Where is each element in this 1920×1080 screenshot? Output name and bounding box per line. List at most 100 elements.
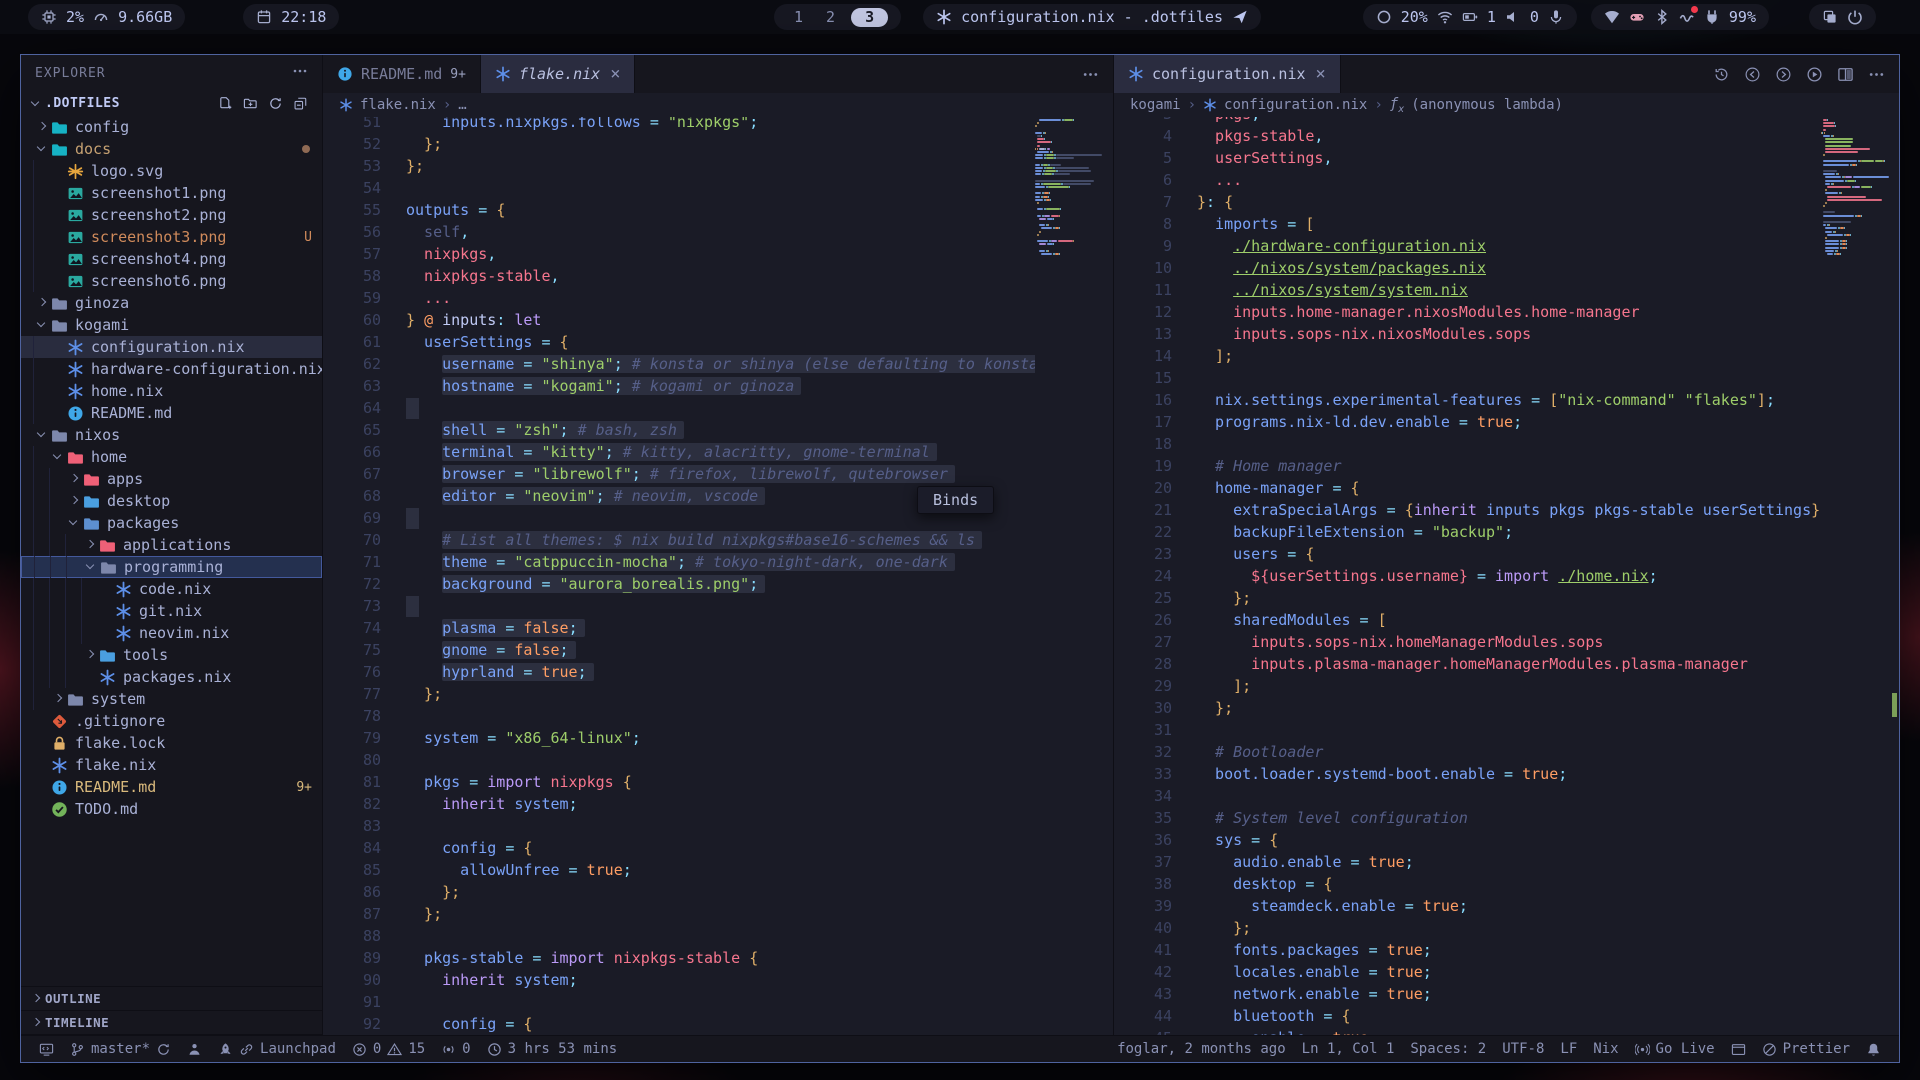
status-problems[interactable]: 015 [344,1036,433,1062]
code-line[interactable]: 71 theme = "catppuccin-mocha"; # tokyo-n… [323,551,1113,573]
code-line[interactable]: 20 home-manager = { [1114,477,1899,499]
tree-item-tools[interactable]: tools [21,644,322,666]
tree-item-applications[interactable]: applications [21,534,322,556]
minimap[interactable] [1035,117,1103,1035]
workspaces-widget[interactable]: 123 [774,4,901,30]
breadcrumb[interactable]: flake.nix›… [323,93,1113,117]
tree-item-programming[interactable]: programming [21,556,322,578]
code-line[interactable]: 57 nixpkgs, [323,243,1113,265]
workspace-root-row[interactable]: .DOTFILES [21,91,322,116]
code-line[interactable]: 25 }; [1114,587,1899,609]
code-line[interactable]: 31 [1114,719,1899,741]
code-line[interactable]: 14 ]; [1114,345,1899,367]
code-line[interactable]: 40 }; [1114,917,1899,939]
workspace-1[interactable]: 1 [787,8,810,26]
code-line[interactable]: 76 hyprland = true; [323,661,1113,683]
code-line[interactable]: 9 ./hardware-configuration.nix [1114,235,1899,257]
code-line[interactable]: 10 ../nixos/system/packages.nix [1114,257,1899,279]
code-line[interactable]: 81 pkgs = import nixpkgs { [323,771,1113,793]
tree-item-packages.nix[interactable]: packages.nix [21,666,322,688]
tree-item-docs[interactable]: docs [21,138,322,160]
code-line[interactable]: 77 }; [323,683,1113,705]
status-cursor-position[interactable]: Ln 1, Col 1 [1294,1036,1403,1062]
code-line[interactable]: 42 locales.enable = true; [1114,961,1899,983]
status-notifications[interactable] [1858,1036,1889,1062]
code-line[interactable]: 41 fonts.packages = true; [1114,939,1899,961]
code-line[interactable]: 56 self, [323,221,1113,243]
code-line[interactable]: 26 sharedModules = [ [1114,609,1899,631]
code-line[interactable]: 16 nix.settings.experimental-features = … [1114,389,1899,411]
code-line[interactable]: 61 userSettings = { [323,331,1113,353]
code-line[interactable]: 30 }; [1114,697,1899,719]
code-line[interactable]: 89 pkgs-stable = import nixpkgs-stable { [323,947,1113,969]
breadcrumb-item[interactable]: flake.nix [360,97,436,113]
code-line[interactable]: 38 desktop = { [1114,873,1899,895]
code-line[interactable]: 85 allowUnfree = true; [323,859,1113,881]
status-prettier[interactable]: Prettier [1754,1036,1858,1062]
tree-item-hardware-configuration.nix[interactable]: hardware-configuration.nix [21,358,322,380]
tab-configuration[interactable]: configuration.nix× [1114,55,1341,93]
tree-item-logo.svg[interactable]: logo.svg [21,160,322,182]
code-line[interactable]: 43 network.enable = true; [1114,983,1899,1005]
status-browser-preview[interactable] [1723,1036,1754,1062]
status-commit-info[interactable]: foglar, 2 months ago [1109,1036,1294,1062]
breadcrumb-item[interactable]: … [458,97,466,113]
tab-readme[interactable]: README.md9+ [323,55,481,93]
tree-item-screenshot1.png[interactable]: screenshot1.png [21,182,322,204]
code-line[interactable]: 88 [323,925,1113,947]
code-line[interactable]: 54 [323,177,1113,199]
tree-item-desktop[interactable]: desktop [21,490,322,512]
code-line[interactable]: 68 editor = "neovim"; # neovim, vscode [323,485,1113,507]
status-eol[interactable]: LF [1552,1036,1585,1062]
tree-item-neovim.nix[interactable]: neovim.nix [21,622,322,644]
tree-item-system[interactable]: system [21,688,322,710]
code-line[interactable]: 58 nixpkgs-stable, [323,265,1113,287]
previous-change-button[interactable] [1744,66,1761,83]
code-line[interactable]: 18 [1114,433,1899,455]
close-icon[interactable]: × [610,64,620,84]
clock-widget[interactable]: 22:18 [243,4,339,30]
status-remote-indicator[interactable] [31,1036,62,1062]
code-line[interactable]: 65 shell = "zsh"; # bash, zsh [323,419,1113,441]
code-line[interactable]: 15 [1114,367,1899,389]
code-line[interactable]: 32 # Bootloader [1114,741,1899,763]
tree-item-nixos[interactable]: nixos [21,424,322,446]
code-line[interactable]: 92 config = { [323,1013,1113,1035]
code-line[interactable]: 70 # List all themes: $ nix build nixpkg… [323,529,1113,551]
code-line[interactable]: 12 inputs.home-manager.nixosModules.home… [1114,301,1899,323]
refresh-explorer-button[interactable] [268,96,283,111]
session-widget[interactable] [1809,4,1876,30]
status-indentation[interactable]: Spaces: 2 [1402,1036,1494,1062]
code-line[interactable]: 78 [323,705,1113,727]
breadcrumb-item[interactable]: (anonymous lambda) [1411,97,1563,113]
code-line[interactable]: 73 [323,595,1113,617]
code-line[interactable]: 22 backupFileExtension = "backup"; [1114,521,1899,543]
tree-item-kogami[interactable]: kogami [21,314,322,336]
sidebar-section-timeline[interactable]: TIMELINE [21,1011,322,1035]
code-line[interactable]: 34 [1114,785,1899,807]
code-line[interactable]: 37 audio.enable = true; [1114,851,1899,873]
status-go-live[interactable]: Go Live [1627,1036,1723,1062]
status-cluster-widget[interactable]: 20%10 [1363,4,1577,30]
code-line[interactable]: 69 [323,507,1113,529]
tree-item-git.nix[interactable]: git.nix [21,600,322,622]
status-time-tracker[interactable]: 3 hrs 53 mins [479,1036,626,1062]
code-line[interactable]: 19 # Home manager [1114,455,1899,477]
code-line[interactable]: 7}: { [1114,191,1899,213]
sidebar-section-outline[interactable]: OUTLINE [21,987,322,1011]
code-line[interactable]: 84 config = { [323,837,1113,859]
status-launchpad[interactable]: Launchpad [210,1036,344,1062]
tree-item-home.nix[interactable]: home.nix [21,380,322,402]
code-line[interactable]: 8 imports = [ [1114,213,1899,235]
code-line[interactable]: 59 ... [323,287,1113,309]
code-line[interactable]: 44 bluetooth = { [1114,1005,1899,1027]
workspace-2[interactable]: 2 [819,8,842,26]
tree-item-code.nix[interactable]: code.nix [21,578,322,600]
status-git-branch[interactable]: master* [62,1036,179,1062]
tree-item-.gitignore[interactable]: .gitignore [21,710,322,732]
workspace-3[interactable]: 3 [851,8,888,27]
code-line[interactable]: 87 }; [323,903,1113,925]
breadcrumb[interactable]: kogami›configuration.nix›ƒx(anonymous la… [1114,93,1899,117]
code-line[interactable]: 60} @ inputs: let [323,309,1113,331]
tree-item-packages[interactable]: packages [21,512,322,534]
